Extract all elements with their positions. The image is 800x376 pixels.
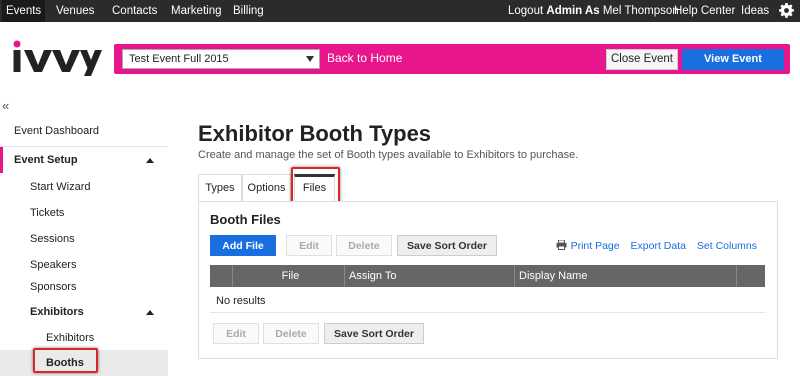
event-toolbar: Test Event Full 2015 Back to Home Close … — [114, 44, 790, 86]
logout-user: Admin As — [546, 5, 600, 17]
set-columns-link[interactable]: Set Columns — [697, 240, 757, 252]
save-sort-order-button-bottom[interactable]: Save Sort Order — [324, 323, 424, 344]
sidebar-item-label: Start Wizard — [30, 181, 91, 193]
sidebar-item-event-dashboard[interactable]: Event Dashboard — [0, 118, 168, 144]
edit-button[interactable]: Edit — [286, 235, 332, 256]
collapse-sidebar-icon[interactable]: « — [2, 98, 9, 113]
edit-button-bottom[interactable]: Edit — [213, 323, 259, 344]
sidebar-item-event-setup[interactable]: Event Setup — [0, 147, 168, 173]
ideas-link[interactable]: Ideas — [741, 0, 769, 22]
column-header-display-name[interactable]: Display Name — [514, 265, 736, 287]
tab-types[interactable]: Types — [198, 174, 242, 201]
actions-column-header — [736, 265, 765, 287]
printer-icon — [556, 240, 567, 250]
sidebar-item-label: Event Dashboard — [14, 125, 99, 137]
page-title: Exhibitor Booth Types — [198, 121, 432, 146]
files-tab-highlight-callout — [291, 167, 340, 203]
sidebar-item-label: Sponsors — [30, 281, 77, 293]
nav-billing[interactable]: Billing — [233, 0, 264, 22]
sidebar-item-sessions[interactable]: Sessions — [0, 226, 168, 252]
table-divider — [210, 312, 765, 313]
delete-button[interactable]: Delete — [336, 235, 392, 256]
table-header: File Assign To Display Name — [210, 265, 765, 287]
nav-venues[interactable]: Venues — [56, 0, 94, 22]
column-header-file[interactable]: File — [232, 265, 344, 287]
caret-up-icon — [146, 310, 154, 315]
tab-options[interactable]: Options — [242, 174, 291, 201]
panel-title: Booth Files — [210, 212, 281, 227]
nav-events[interactable]: Events — [2, 0, 46, 22]
back-to-home-link[interactable]: Back to Home — [327, 51, 402, 65]
delete-button-bottom[interactable]: Delete — [263, 323, 319, 344]
caret-up-icon — [146, 158, 154, 163]
sidebar-item-exhibitors-group[interactable]: Exhibitors — [0, 299, 168, 325]
logout-link[interactable]: Logout Admin As Mel Thompson — [508, 0, 679, 22]
print-page-link[interactable]: Print Page — [556, 240, 623, 252]
sidebar-item-sponsors[interactable]: Sponsors — [0, 274, 168, 300]
gear-icon[interactable] — [779, 3, 794, 18]
event-select[interactable]: Test Event Full 2015 — [122, 49, 320, 69]
booths-highlight-callout — [33, 348, 98, 373]
event-select-value: Test Event Full 2015 — [129, 53, 229, 65]
save-sort-order-button[interactable]: Save Sort Order — [397, 235, 497, 256]
sidebar-item-tickets[interactable]: Tickets — [0, 200, 168, 226]
ivvy-logo[interactable]: iVvy — [12, 40, 102, 76]
empty-table-message: No results — [216, 295, 266, 307]
chevron-down-icon — [306, 56, 314, 62]
nav-marketing[interactable]: Marketing — [171, 0, 222, 22]
top-navigation-bar: Events Venues Contacts Marketing Billing… — [0, 0, 800, 22]
print-page-label: Print Page — [570, 240, 620, 252]
add-file-button[interactable]: Add File — [210, 235, 276, 256]
logout-prefix: Logout — [508, 5, 544, 17]
page-subtitle: Create and manage the set of Booth types… — [198, 149, 579, 161]
booth-files-panel: Booth Files Add File Edit Delete Save So… — [198, 201, 778, 359]
nav-contacts[interactable]: Contacts — [112, 0, 157, 22]
sidebar-item-label: Sessions — [30, 233, 75, 245]
table-actions: Print Page Export Data Set Columns — [548, 240, 757, 252]
sidebar-item-label: Exhibitors — [30, 306, 84, 318]
sidebar-item-start-wizard[interactable]: Start Wizard — [0, 174, 168, 200]
sidebar-item-label: Speakers — [30, 259, 77, 271]
sidebar-item-label: Exhibitors — [46, 332, 95, 344]
export-data-link[interactable]: Export Data — [631, 240, 686, 252]
select-column-header — [210, 265, 232, 287]
column-header-assign-to[interactable]: Assign To — [344, 265, 514, 287]
view-event-website-button[interactable]: View Event Website — [682, 49, 784, 86]
logout-name: Mel Thompson — [602, 5, 679, 17]
help-center-link[interactable]: Help Center — [674, 0, 735, 22]
close-event-button[interactable]: Close Event — [606, 49, 678, 70]
event-header: iVvy Test Event Full 2015 Back to Home C… — [0, 22, 800, 90]
sidebar-item-label: Event Setup — [14, 154, 78, 166]
sidebar-item-label: Tickets — [30, 207, 65, 219]
